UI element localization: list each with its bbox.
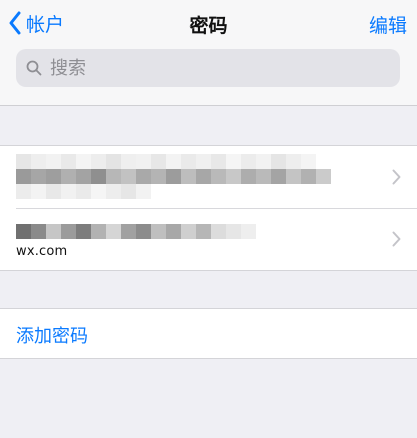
password-row[interactable] [0,146,417,208]
navigation-bar: 帐户 密码 编辑 [0,0,417,106]
page-title: 密码 [189,15,228,37]
password-list: wx.com [0,145,417,271]
chevron-right-icon [392,169,401,185]
add-password-label: 添加密码 [16,326,88,347]
edit-button[interactable]: 编辑 [369,11,407,38]
redacted-detail [16,184,151,199]
redacted-username [16,154,316,169]
redacted-username [16,224,256,239]
search-bar[interactable] [16,49,400,87]
password-row[interactable]: wx.com [0,208,417,270]
add-password-button[interactable]: 添加密码 [0,308,417,359]
chevron-right-icon [392,231,401,247]
search-input[interactable] [48,56,382,80]
redacted-password [16,169,331,184]
site-domain: wx.com [16,244,68,259]
search-icon [26,60,42,76]
